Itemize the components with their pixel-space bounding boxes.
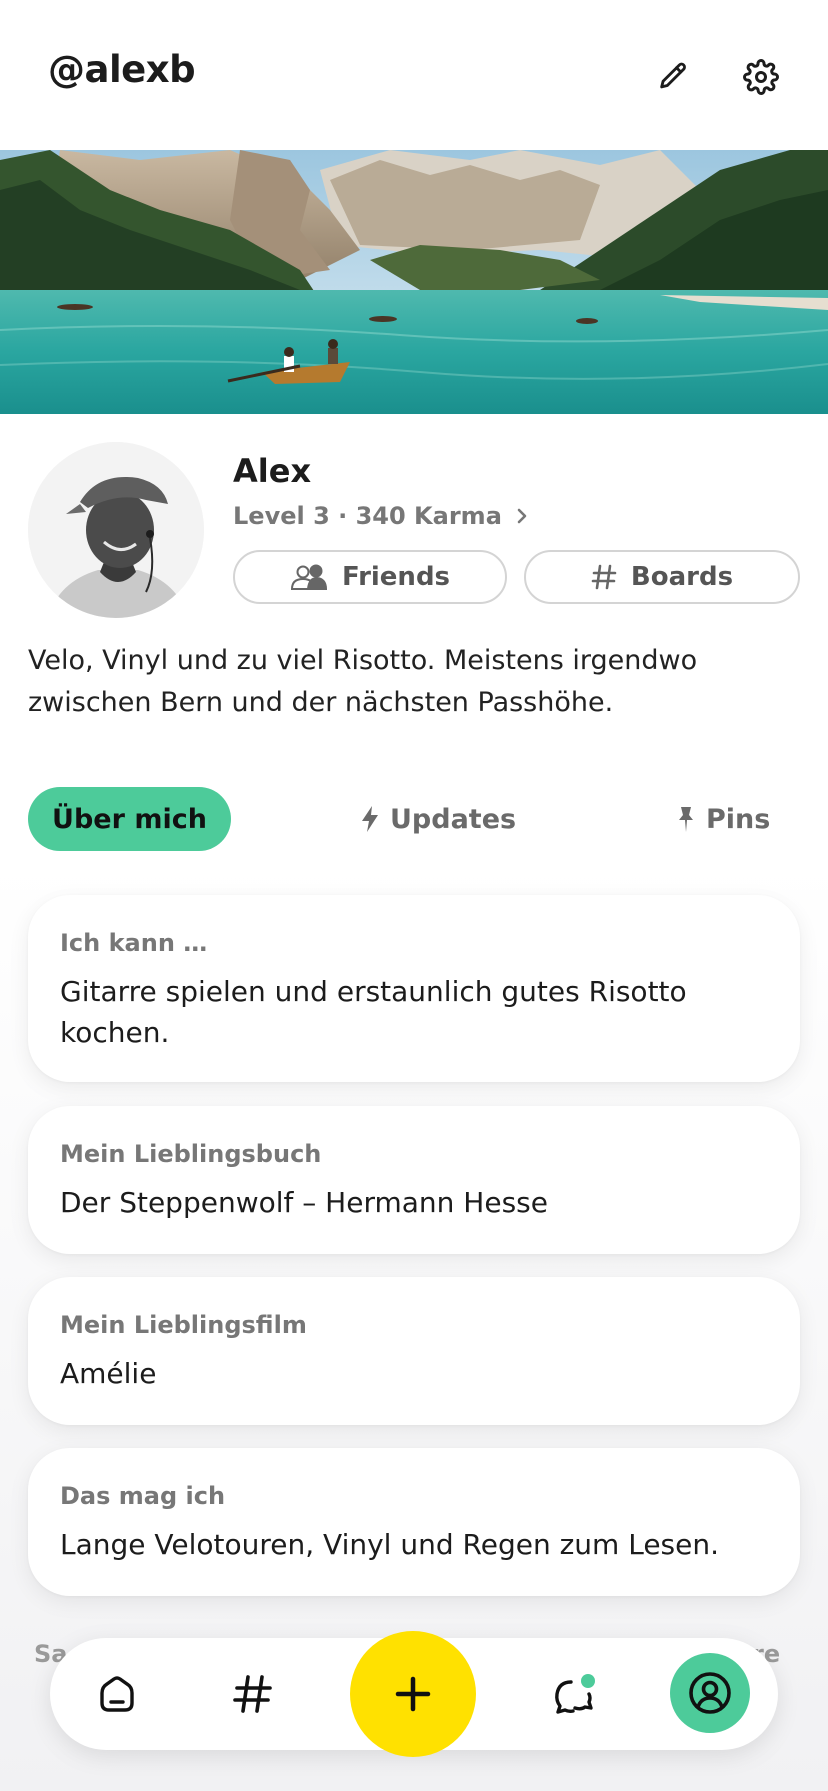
- friends-button[interactable]: Friends: [233, 550, 507, 604]
- tab-pins-label: Pins: [706, 803, 771, 835]
- profile-name: Alex: [233, 452, 312, 490]
- tab-pins[interactable]: Pins: [676, 787, 770, 851]
- plus-icon: [395, 1676, 431, 1712]
- pin-icon: [679, 807, 693, 832]
- username-handle: @alexb: [48, 48, 196, 91]
- boards-label: Boards: [630, 562, 734, 592]
- about-card: Mein Lieblingsbuch Der Steppenwolf – Her…: [28, 1106, 800, 1254]
- friends-label: Friends: [341, 562, 451, 592]
- profile-bio: Velo, Vinyl und zu viel Risotto. Meisten…: [28, 645, 698, 718]
- avatar[interactable]: [28, 442, 204, 618]
- profile-icon: [689, 1672, 731, 1714]
- settings-button[interactable]: [736, 52, 786, 102]
- level-karma-text: Level 3 · 340 Karma: [233, 502, 502, 530]
- card-label: Das mag ich: [60, 1482, 226, 1510]
- card-label: Ich kann …: [60, 929, 208, 957]
- about-card: Ich kann … Gitarre spielen und erstaunli…: [28, 895, 800, 1082]
- nav-messages-button[interactable]: [544, 1663, 606, 1725]
- nav-home-button[interactable]: [86, 1663, 148, 1725]
- chevron-right-icon: [517, 508, 527, 524]
- lightning-icon: [362, 806, 378, 832]
- card-value: Gitarre spielen und erstaunlich gutes Ri…: [60, 975, 687, 1049]
- friends-icon: [290, 564, 327, 590]
- tab-about-me-label: Über mich: [52, 803, 207, 835]
- card-label: Mein Lieblingsbuch: [60, 1140, 322, 1168]
- edit-profile-button[interactable]: [648, 52, 698, 102]
- about-card: Das mag ich Lange Velotouren, Vinyl und …: [28, 1448, 800, 1596]
- hashtag-icon: [591, 564, 617, 590]
- tab-updates-label: Updates: [390, 803, 517, 835]
- card-value: Der Steppenwolf – Hermann Hesse: [60, 1186, 548, 1219]
- hashtag-icon: [233, 1675, 272, 1713]
- card-value: Lange Velotouren, Vinyl und Regen zum Le…: [60, 1528, 720, 1561]
- header: @alexb: [0, 0, 828, 150]
- create-post-button[interactable]: [350, 1631, 476, 1757]
- level-karma-link[interactable]: Level 3 · 340 Karma: [233, 502, 530, 530]
- boards-button[interactable]: Boards: [524, 550, 800, 604]
- cover-image: [0, 150, 828, 414]
- tab-about-me[interactable]: Über mich: [28, 787, 231, 851]
- home-icon: [100, 1676, 134, 1712]
- gear-icon: [743, 59, 779, 95]
- nav-profile-button[interactable]: [670, 1653, 750, 1733]
- pencil-icon: [660, 62, 686, 89]
- tab-updates[interactable]: Updates: [360, 787, 516, 851]
- messages-icon: [555, 1674, 595, 1714]
- nav-boards-button[interactable]: [222, 1663, 284, 1725]
- about-card: Mein Lieblingsfilm Amélie: [28, 1277, 800, 1425]
- card-value: Amélie: [60, 1357, 157, 1390]
- card-label: Mein Lieblingsfilm: [60, 1311, 307, 1339]
